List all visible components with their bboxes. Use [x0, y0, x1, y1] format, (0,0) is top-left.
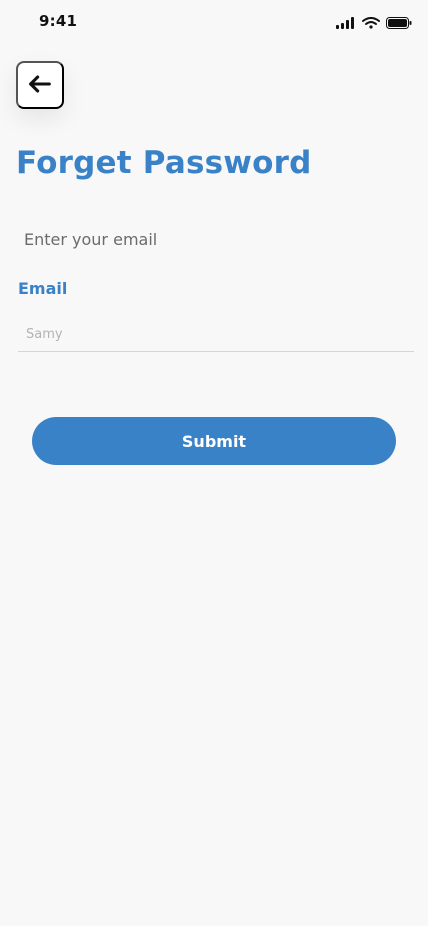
status-time: 9:41: [39, 12, 78, 30]
signal-icon: [336, 14, 356, 33]
submit-button[interactable]: Submit: [32, 417, 396, 465]
subtitle: Enter your email: [24, 230, 158, 249]
page-title: Forget Password: [16, 145, 312, 181]
battery-icon: [386, 14, 412, 33]
wifi-icon: [362, 14, 380, 33]
status-icons: [336, 14, 412, 33]
email-field[interactable]: [18, 318, 414, 352]
back-button[interactable]: [16, 61, 64, 109]
arrow-left-icon: [26, 70, 54, 101]
email-label: Email: [18, 279, 68, 298]
status-bar: 9:41: [0, 0, 428, 44]
